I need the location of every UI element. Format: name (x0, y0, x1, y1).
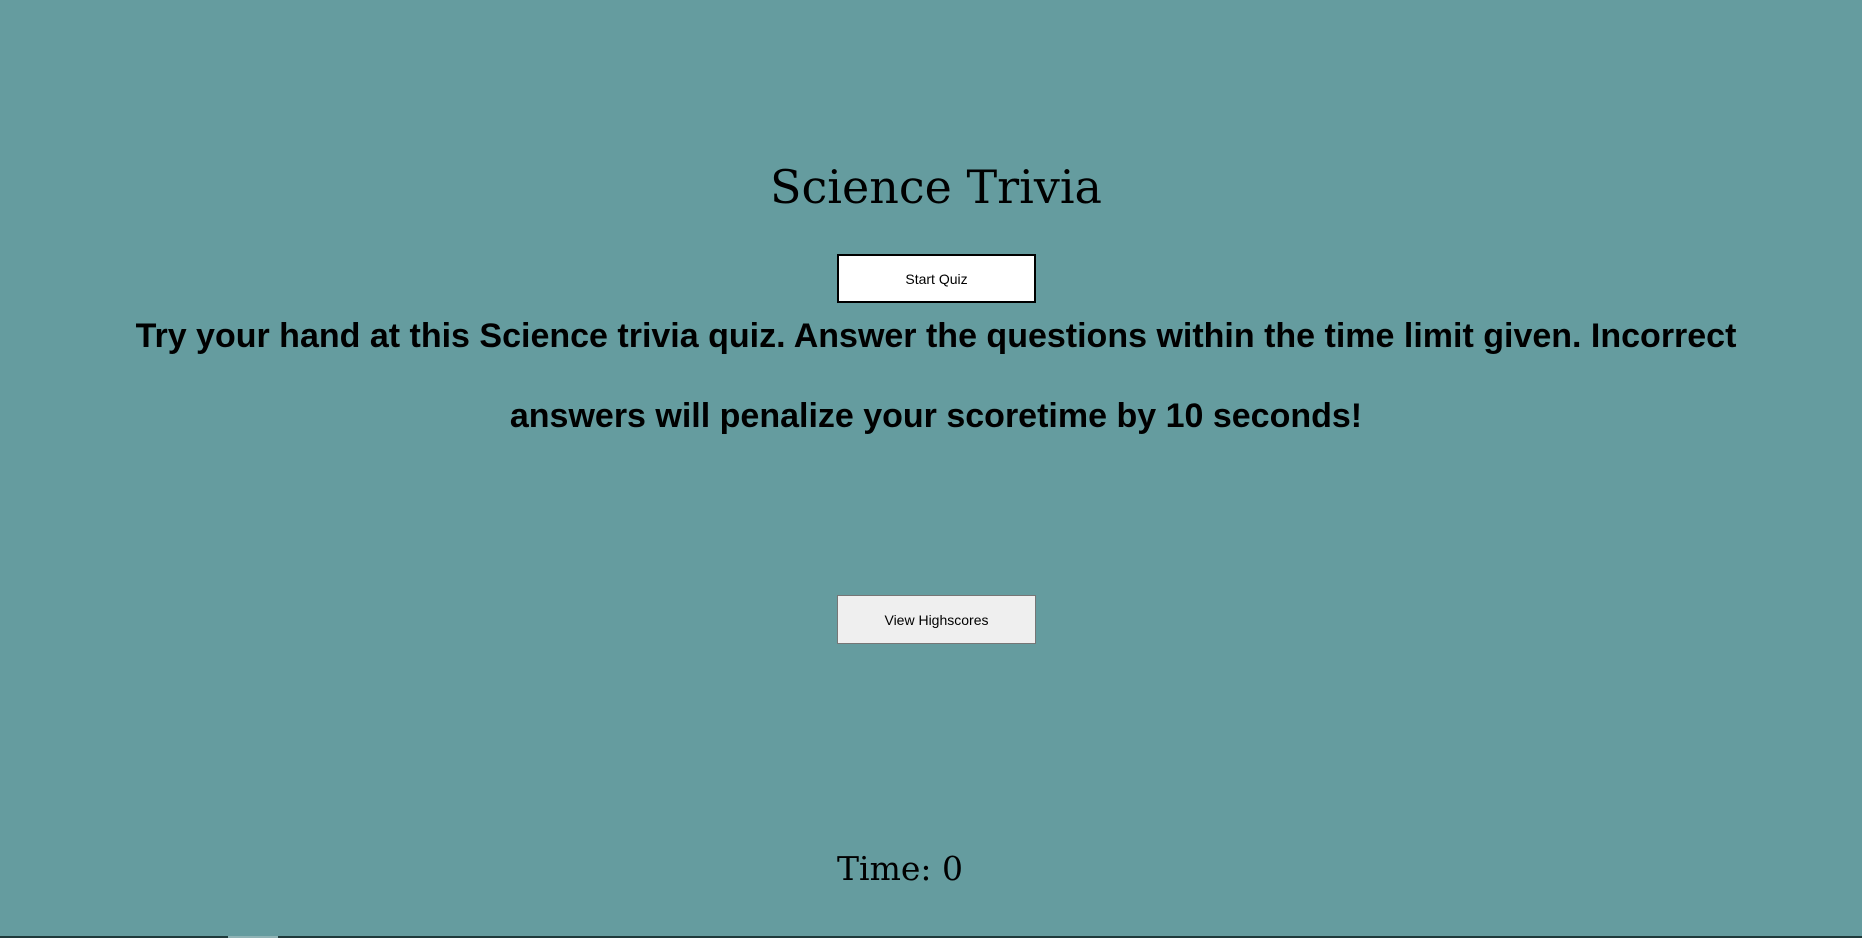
quiz-instructions: Try your hand at this Science trivia qui… (135, 317, 1737, 435)
view-highscores-button[interactable]: View Highscores (837, 595, 1036, 644)
timer-display: Time: 0 (837, 849, 963, 888)
quiz-page: Science Trivia Start Quiz Try your hand … (0, 0, 1862, 938)
page-title: Science Trivia (770, 160, 1102, 214)
